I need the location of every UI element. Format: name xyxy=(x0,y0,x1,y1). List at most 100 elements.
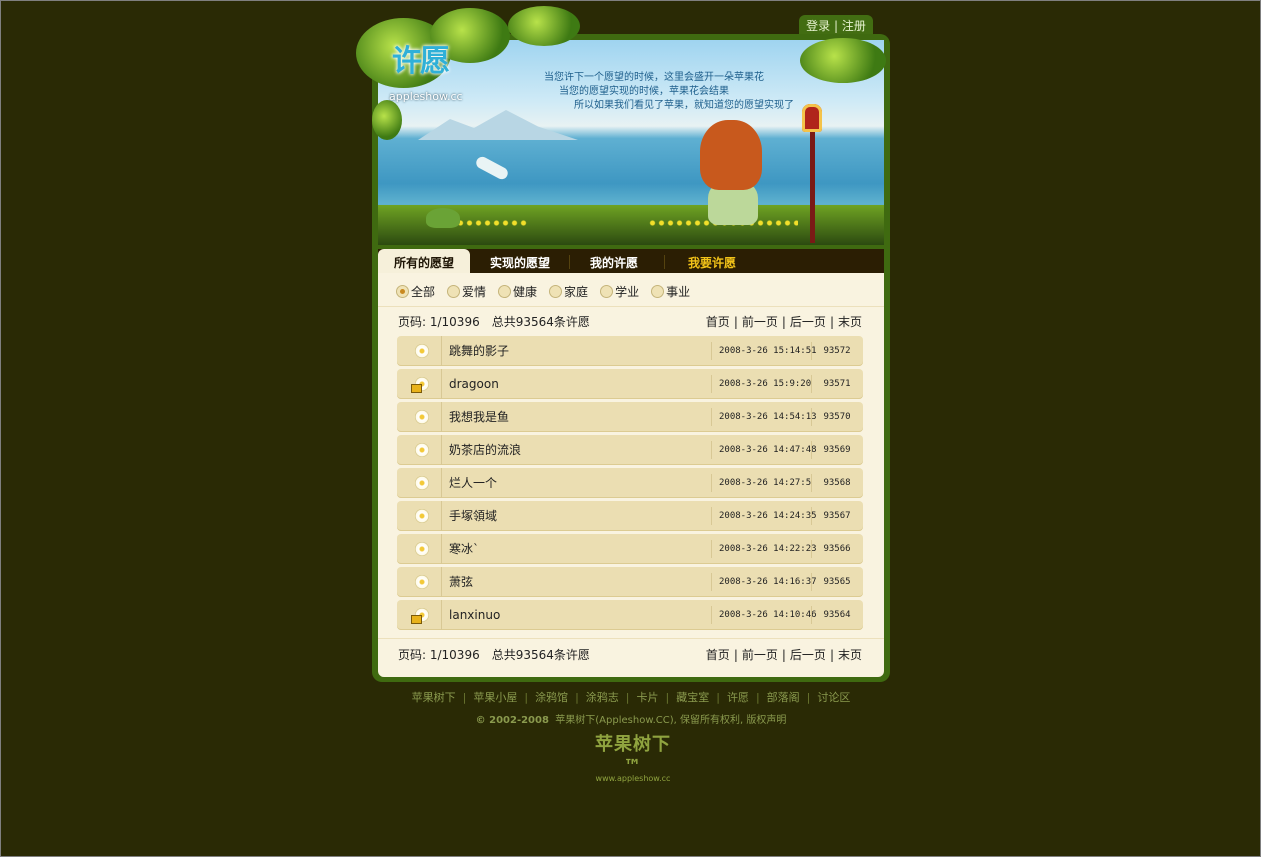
girl-hair xyxy=(700,120,762,190)
flower-icon xyxy=(415,509,429,523)
wish-date: 2008-3-26 14:47:48 xyxy=(719,445,817,455)
wish-date: 2008-3-26 15:14:51 xyxy=(719,346,817,356)
login-link[interactable]: 登录 xyxy=(806,19,830,33)
wish-row[interactable]: 萧弦 2008-3-26 14:16:37 93565 xyxy=(397,567,863,597)
tab-my-wishes[interactable]: 我的许愿 xyxy=(572,249,656,273)
footer-separator: | xyxy=(716,691,720,704)
radio-icon[interactable] xyxy=(600,284,614,298)
site-logo[interactable]: 许愿 xyxy=(392,40,464,84)
radio-icon[interactable] xyxy=(498,284,512,298)
wish-date: 2008-3-26 14:54:13 xyxy=(719,412,817,422)
wish-number: 93567 xyxy=(823,511,851,521)
tab-make-wish[interactable]: 我要许愿 xyxy=(668,249,756,273)
hero-line-2: 当您的愿望实现的时候，苹果花会结果 xyxy=(559,86,729,97)
cell-divider xyxy=(441,567,442,597)
footer-logo[interactable]: 苹果树下™ www.appleshow.cc xyxy=(588,730,678,783)
page-indicator: 页码: 1/10396 xyxy=(398,648,480,662)
wish-name[interactable]: lanxinuo xyxy=(449,600,500,630)
radio-selected-icon[interactable] xyxy=(396,284,409,298)
footer-link[interactable]: 部落阁 xyxy=(767,691,800,704)
footer-link[interactable]: 涂鸦馆 xyxy=(535,691,568,704)
tab-divider xyxy=(664,255,665,269)
first-page-link[interactable]: 首页 xyxy=(706,648,730,662)
cell-divider xyxy=(711,507,712,525)
pager-bottom: 页码: 1/10396 总共93564条许愿 首页 | 前一页 | 后一页 | 末页 xyxy=(398,648,862,662)
wish-row[interactable]: dragoon 2008-3-26 15:9:20 93571 xyxy=(397,369,863,399)
footer-link[interactable]: 许愿 xyxy=(727,691,749,704)
prev-page-link[interactable]: 前一页 xyxy=(742,315,778,329)
wish-date: 2008-3-26 15:9:20 xyxy=(719,379,812,389)
wish-row[interactable]: 烂人一个 2008-3-26 14:27:5 93568 xyxy=(397,468,863,498)
divider xyxy=(378,638,884,639)
wish-row[interactable]: lanxinuo 2008-3-26 14:10:46 93564 xyxy=(397,600,863,630)
footer-nav: 苹果树下 | 苹果小屋 | 涂鸦馆 | 涂鸦志 | 卡片 | 藏宝室 | 许愿 | 部落阁 | 讨论区 xyxy=(372,689,890,705)
wish-number: 93571 xyxy=(823,379,851,389)
cell-divider xyxy=(441,402,442,432)
wish-name[interactable]: 奶茶店的流浪 xyxy=(449,435,521,465)
tab-fulfilled-wishes[interactable]: 实现的愿望 xyxy=(474,249,566,273)
message-bottle-icon xyxy=(474,154,510,182)
prev-page-link[interactable]: 前一页 xyxy=(742,648,778,662)
wish-name[interactable]: 我想我是鱼 xyxy=(449,402,509,432)
filter-love[interactable]: 爱情 xyxy=(447,282,486,300)
wish-name[interactable]: 烂人一个 xyxy=(449,468,497,498)
last-page-link[interactable]: 末页 xyxy=(838,315,862,329)
auth-separator: | xyxy=(833,19,839,33)
first-page-link[interactable]: 首页 xyxy=(706,315,730,329)
wish-row[interactable]: 我想我是鱼 2008-3-26 14:54:13 93570 xyxy=(397,402,863,432)
cell-divider xyxy=(711,474,712,492)
wish-name[interactable]: 手塚領域 xyxy=(449,501,497,531)
lock-icon xyxy=(411,384,422,393)
footer-link[interactable]: 苹果小屋 xyxy=(473,691,517,704)
cell-divider xyxy=(441,534,442,564)
wish-row[interactable]: 寒冰` 2008-3-26 14:22:23 93566 xyxy=(397,534,863,564)
wish-number: 93565 xyxy=(823,577,851,587)
filter-study[interactable]: 学业 xyxy=(600,282,639,300)
footer-link[interactable]: 藏宝室 xyxy=(676,691,709,704)
cell-divider xyxy=(711,441,712,459)
category-filter: 全部 爱情 健康 家庭 学业 事业 xyxy=(396,282,702,300)
apple-flower-locked-icon xyxy=(411,376,429,393)
wish-number: 93568 xyxy=(823,478,851,488)
wish-list-panel: 全部 爱情 健康 家庭 学业 事业 页码: 1/10396 总共93564条许愿 … xyxy=(378,273,884,677)
wish-name[interactable]: 跳舞的影子 xyxy=(449,336,509,366)
next-page-link[interactable]: 后一页 xyxy=(790,648,826,662)
cell-divider xyxy=(441,369,442,399)
footer-link[interactable]: 卡片 xyxy=(637,691,659,704)
flower-icon xyxy=(415,476,429,490)
radio-icon[interactable] xyxy=(447,284,461,298)
footer-link[interactable]: 涂鸦志 xyxy=(586,691,619,704)
wish-name[interactable]: 寒冰` xyxy=(449,534,479,564)
radio-icon[interactable] xyxy=(549,284,563,298)
apple-flower-icon xyxy=(411,409,429,425)
wish-name[interactable]: 萧弦 xyxy=(449,567,473,597)
last-page-link[interactable]: 末页 xyxy=(838,648,862,662)
wish-row[interactable]: 手塚領域 2008-3-26 14:24:35 93567 xyxy=(397,501,863,531)
register-link[interactable]: 注册 xyxy=(842,19,866,33)
wish-name[interactable]: dragoon xyxy=(449,369,499,399)
wish-date: 2008-3-26 14:16:37 xyxy=(719,577,817,587)
apple-flower-icon xyxy=(411,541,429,557)
wish-row[interactable]: 跳舞的影子 2008-3-26 15:14:51 93572 xyxy=(397,336,863,366)
flower-icon xyxy=(415,443,429,457)
logo-url: appleshow.cc xyxy=(389,90,463,103)
next-page-link[interactable]: 后一页 xyxy=(790,315,826,329)
pager-top: 页码: 1/10396 总共93564条许愿 首页 | 前一页 | 后一页 | 末页 xyxy=(398,315,862,329)
filter-career[interactable]: 事业 xyxy=(651,282,690,300)
lamp-post xyxy=(810,128,815,243)
filter-all[interactable]: 全部 xyxy=(396,282,435,300)
filter-family[interactable]: 家庭 xyxy=(549,282,588,300)
tab-all-wishes[interactable]: 所有的愿望 xyxy=(378,249,470,273)
apple-flower-icon xyxy=(411,574,429,590)
filter-health[interactable]: 健康 xyxy=(498,282,537,300)
wish-row[interactable]: 奶茶店的流浪 2008-3-26 14:47:48 93569 xyxy=(397,435,863,465)
cell-divider xyxy=(711,606,712,624)
footer-link[interactable]: 讨论区 xyxy=(817,691,850,704)
lamp-icon xyxy=(802,104,822,132)
flower-icon xyxy=(415,344,429,358)
footer-link[interactable]: 苹果树下 xyxy=(412,691,456,704)
footer-separator: | xyxy=(524,691,529,704)
footer-separator: | xyxy=(665,691,670,704)
leaves-decoration xyxy=(800,38,886,83)
radio-icon[interactable] xyxy=(651,284,665,298)
